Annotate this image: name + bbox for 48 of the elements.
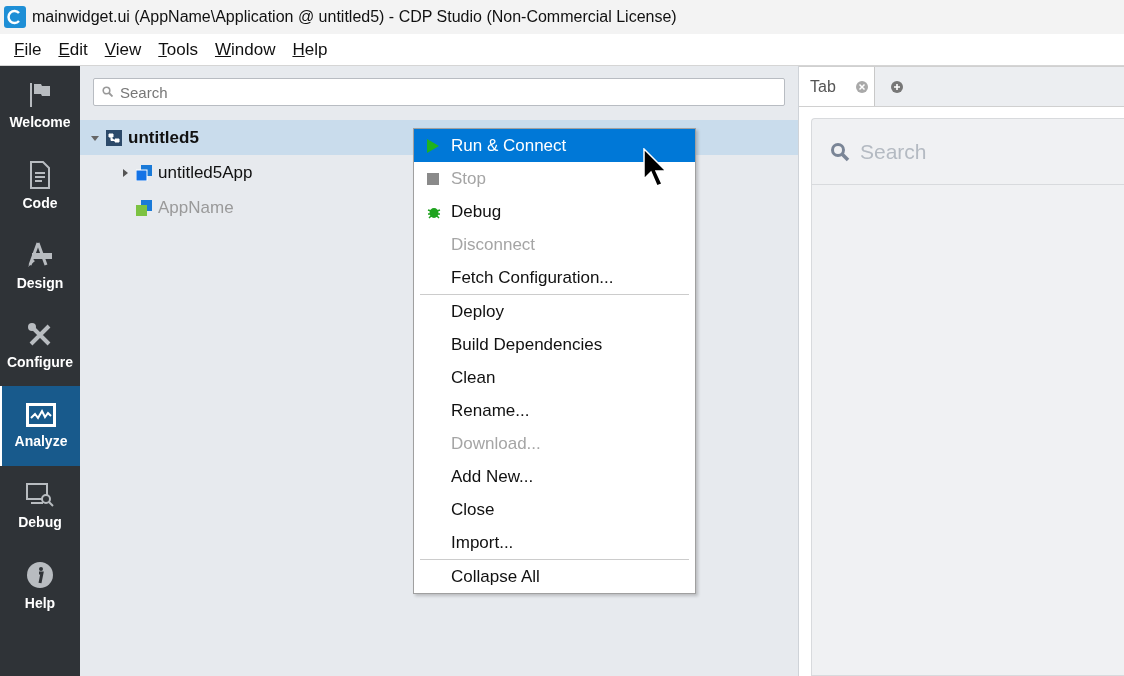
context-menu-item[interactable]: Import...	[414, 526, 695, 559]
menu-item[interactable]: Window	[214, 39, 276, 60]
sidebar-mode-button[interactable]: Welcome	[0, 66, 80, 146]
stop-icon	[427, 172, 439, 185]
system-node-icon	[106, 129, 122, 146]
tree-item-label[interactable]: untitled5	[128, 127, 199, 148]
context-menu-item[interactable]: Run & Connect	[414, 129, 695, 162]
context-menu-item[interactable]: Debug	[414, 195, 695, 228]
search-icon	[102, 86, 113, 97]
chart-monitor-icon	[26, 403, 56, 427]
flag-icon	[28, 82, 52, 108]
play-icon	[427, 138, 439, 153]
menu-item[interactable]: Help	[292, 39, 328, 60]
sidebar-mode-button[interactable]: Help	[0, 546, 80, 626]
menu-item[interactable]: Tools	[158, 39, 198, 60]
context-menu-item[interactable]: Rename...	[414, 394, 695, 427]
monitor-magnifier-icon	[25, 482, 55, 508]
context-menu-item[interactable]: Build Dependencies	[414, 328, 695, 361]
context-menu-item[interactable]: Close	[414, 493, 695, 526]
app-logo-icon	[4, 6, 26, 28]
sidebar-mode-button[interactable]: Analyze	[0, 386, 80, 466]
info-icon	[26, 561, 54, 589]
menu-item[interactable]: Edit	[58, 39, 88, 60]
search-icon	[830, 141, 850, 162]
document-icon	[29, 161, 51, 189]
collapsed-arrow-icon[interactable]	[120, 167, 130, 178]
context-menu-item[interactable]: Add New...	[414, 460, 695, 493]
close-icon[interactable]	[856, 80, 868, 93]
search-input[interactable]: Search	[858, 138, 1058, 165]
sidebar-mode-button[interactable]: Code	[0, 146, 80, 226]
window-title: mainwidget.ui (AppName\Application @ untitled5) - CDP Studio (Non-Commercial License)	[32, 8, 677, 26]
menu-item[interactable]: File	[14, 39, 42, 60]
search-field[interactable]: Search	[93, 78, 785, 106]
context-menu-item[interactable]: Clean	[414, 361, 695, 394]
drafting-tools-icon	[26, 241, 54, 269]
menu-item[interactable]: View	[104, 39, 142, 60]
tab-label: Tab	[810, 77, 836, 96]
context-menu-item[interactable]: Collapse All	[414, 560, 695, 593]
context-menu-item[interactable]: Deploy	[414, 295, 695, 328]
sidebar-mode-button[interactable]: Debug	[0, 466, 80, 546]
qt-file-icon	[136, 199, 152, 216]
stacked-squares-icon	[136, 164, 152, 181]
add-tab-icon[interactable]	[891, 80, 903, 93]
context-menu-item[interactable]: Fetch Configuration...	[414, 261, 695, 294]
tab[interactable]: Tab	[799, 67, 875, 106]
sidebar-mode-button[interactable]: Configure	[0, 306, 80, 386]
tree-item-label[interactable]: untitled5App	[158, 162, 253, 183]
sidebar-mode-button[interactable]: Design	[0, 226, 80, 306]
